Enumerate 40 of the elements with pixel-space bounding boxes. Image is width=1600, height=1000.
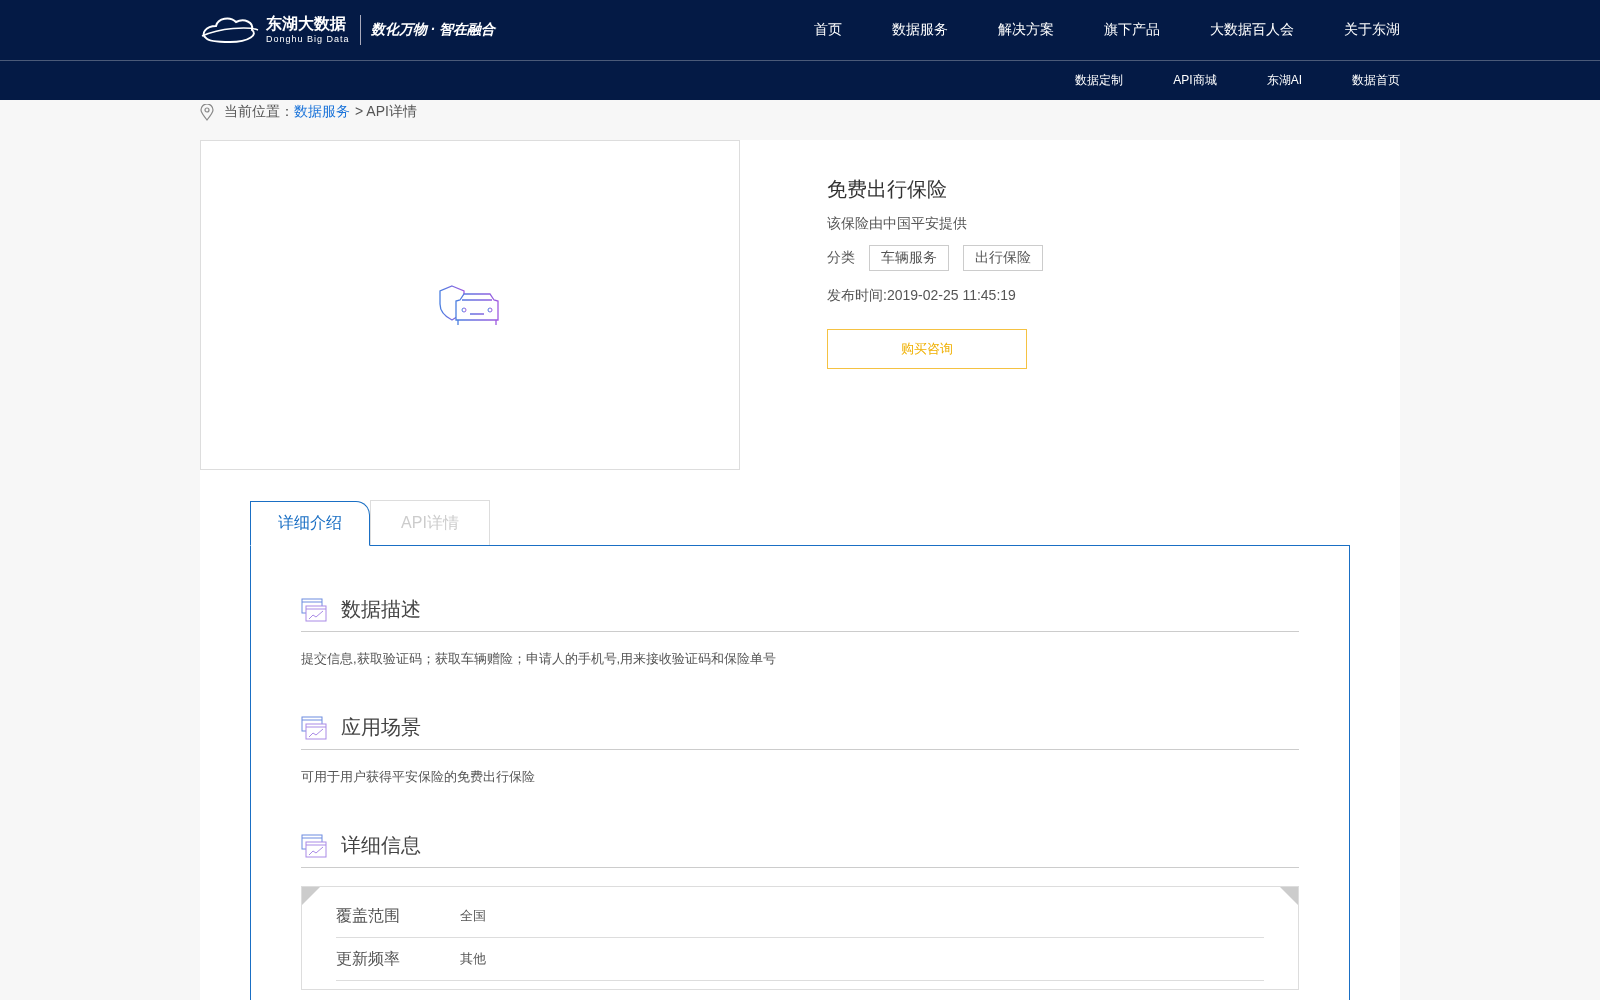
nav-link[interactable]: 旗下产品 xyxy=(1104,21,1160,39)
corner-mark xyxy=(1280,887,1298,905)
sub-nav-link[interactable]: 数据首页 xyxy=(1352,72,1400,89)
chart-window-icon xyxy=(301,715,327,740)
breadcrumb-current: > API详情 xyxy=(355,103,417,121)
brand-name: 东湖大数据 xyxy=(266,15,347,33)
nav-link[interactable]: 解决方案 xyxy=(998,21,1054,39)
product-title: 免费出行保险 xyxy=(827,177,948,202)
breadcrumb-label: 当前位置： xyxy=(224,103,294,121)
section-text: 提交信息,获取验证码；获取车辆赠险；申请人的手机号,用来接收验证码和保险单号 xyxy=(301,650,778,668)
breadcrumb-link[interactable]: 数据服务 xyxy=(294,103,350,121)
cloud-logo-icon xyxy=(200,14,260,46)
location-pin-icon xyxy=(200,103,214,121)
section-title: 数据描述 xyxy=(341,597,421,622)
shield-car-icon xyxy=(438,284,502,326)
chart-window-icon xyxy=(301,597,327,622)
detail-value: 其他 xyxy=(460,950,486,968)
slogan: 数化万物 · 智在融合 xyxy=(369,21,495,39)
sub-nav-link[interactable]: 数据定制 xyxy=(1075,72,1124,89)
tab[interactable]: 详细介绍 xyxy=(250,501,370,546)
nav-link[interactable]: 首页 xyxy=(814,21,842,39)
nav-link[interactable]: 大数据百人会 xyxy=(1210,21,1294,39)
sub-nav-link[interactable]: 东湖AI xyxy=(1266,72,1302,89)
sub-nav-link[interactable]: API商城 xyxy=(1173,72,1217,89)
chart-window-icon xyxy=(301,833,327,858)
corner-mark xyxy=(302,887,320,905)
category-tag: 车辆服务 xyxy=(869,245,949,271)
nav-link[interactable]: 数据服务 xyxy=(892,21,948,39)
brand-subtitle: Donghu Big Data xyxy=(266,33,350,45)
nav-link[interactable]: 关于东湖 xyxy=(1344,21,1400,39)
section-title: 应用场景 xyxy=(341,715,421,740)
publish-time: 发布时间:2019-02-25 11:45:19 xyxy=(827,287,1017,305)
section-title: 详细信息 xyxy=(341,833,421,858)
section-text: 可用于用户获得平安保险的免费出行保险 xyxy=(301,768,536,786)
detail-label: 覆盖范围 xyxy=(336,905,401,926)
category-label: 分类 xyxy=(827,249,855,267)
product-provider: 该保险由中国平安提供 xyxy=(827,215,968,233)
detail-value: 全国 xyxy=(460,907,486,925)
category-tag: 出行保险 xyxy=(963,245,1043,271)
detail-label: 更新频率 xyxy=(336,948,401,969)
